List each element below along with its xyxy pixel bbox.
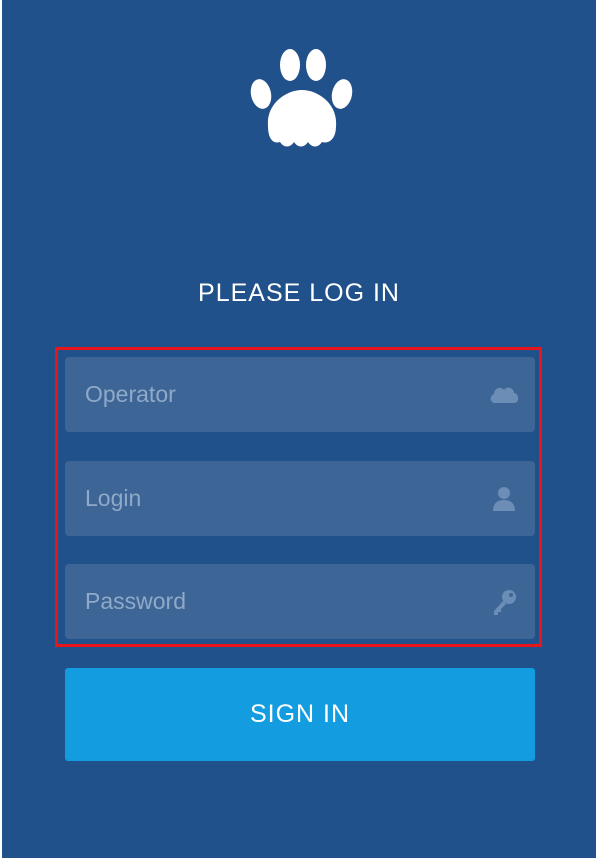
sign-in-button[interactable]: SIGN IN — [65, 668, 535, 761]
key-icon — [494, 590, 516, 615]
operator-input[interactable] — [65, 357, 535, 432]
password-input[interactable] — [65, 564, 535, 639]
operator-field[interactable] — [65, 357, 535, 432]
password-field[interactable] — [65, 564, 535, 639]
login-screen: PLEASE LOG IN SIGN IN — [2, 0, 596, 858]
login-field[interactable] — [65, 461, 535, 536]
page-title: PLEASE LOG IN — [198, 279, 400, 307]
user-icon — [493, 487, 515, 511]
paw-icon — [250, 49, 353, 147]
cloud-icon — [490, 387, 519, 403]
login-input[interactable] — [65, 461, 535, 536]
